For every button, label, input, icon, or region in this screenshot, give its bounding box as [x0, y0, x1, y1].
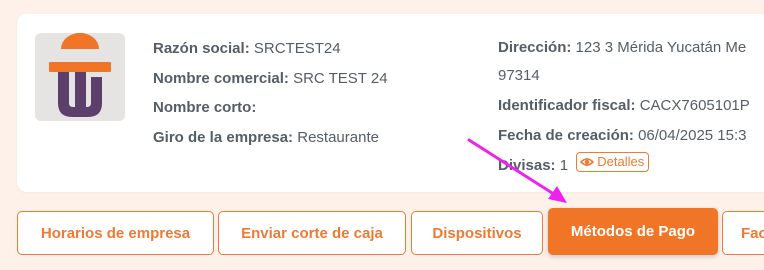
giro-label: Giro de la empresa:: [153, 128, 294, 146]
giro-value: Restaurante: [297, 128, 379, 146]
direccion-value: 123 3 Mérida Yucatán Me: [575, 39, 747, 56]
direccion-value-line2: 97314: [498, 67, 540, 84]
nombre-comercial-value: SRC TEST 24: [293, 69, 388, 87]
company-logo: [35, 33, 125, 121]
nombre-corto-label: Nombre corto:: [153, 99, 257, 116]
direccion-row: Dirección: 123 3 Mérida Yucatán Me: [498, 34, 750, 62]
razon-social-row: Razón social: SRCTEST24: [153, 34, 388, 64]
company-fields-left: Razón social: SRCTEST24 Nombre comercial…: [153, 34, 388, 152]
detalles-button[interactable]: Detalles: [576, 152, 650, 172]
tab-facturacion[interactable]: Fac: [722, 211, 764, 255]
fecha-row: Fecha de creación: 06/04/2025 15:3: [498, 122, 750, 150]
tab-metodos-de-pago[interactable]: Métodos de Pago: [548, 208, 718, 255]
direccion-label: Dirección:: [498, 39, 572, 56]
tab-enviar-corte-de-caja[interactable]: Enviar corte de caja: [218, 211, 406, 255]
razon-social-value: SRCTEST24: [253, 40, 341, 57]
divisas-value: 1: [559, 157, 569, 174]
detalles-label: Detalles: [597, 154, 645, 169]
identificador-value: CACX7605101P: [639, 97, 750, 114]
tab-dispositivos[interactable]: Dispositivos: [411, 211, 543, 255]
fecha-value: 06/04/2025 15:3: [638, 127, 747, 144]
identificador-row: Identificador fiscal: CACX7605101P: [498, 92, 750, 120]
nombre-comercial-label: Nombre comercial:: [153, 69, 289, 87]
nombre-comercial-row: Nombre comercial: SRC TEST 24: [153, 64, 388, 94]
tab-horarios-de-empresa[interactable]: Horarios de empresa: [17, 211, 214, 255]
company-fields-right: Dirección: 123 3 Mérida Yucatán Me 97314…: [498, 34, 750, 180]
razon-social-label: Razón social:: [153, 40, 250, 57]
giro-row: Giro de la empresa: Restaurante: [153, 123, 388, 153]
nombre-corto-row: Nombre corto:: [153, 93, 388, 123]
fecha-label: Fecha de creación:: [498, 127, 634, 144]
identificador-label: Identificador fiscal:: [498, 97, 636, 114]
divisas-label: Divisas:: [498, 157, 556, 174]
company-logo-icon: [49, 33, 111, 117]
divisas-row: Divisas: 1 Detalles: [498, 152, 750, 180]
eye-icon: [580, 158, 595, 166]
